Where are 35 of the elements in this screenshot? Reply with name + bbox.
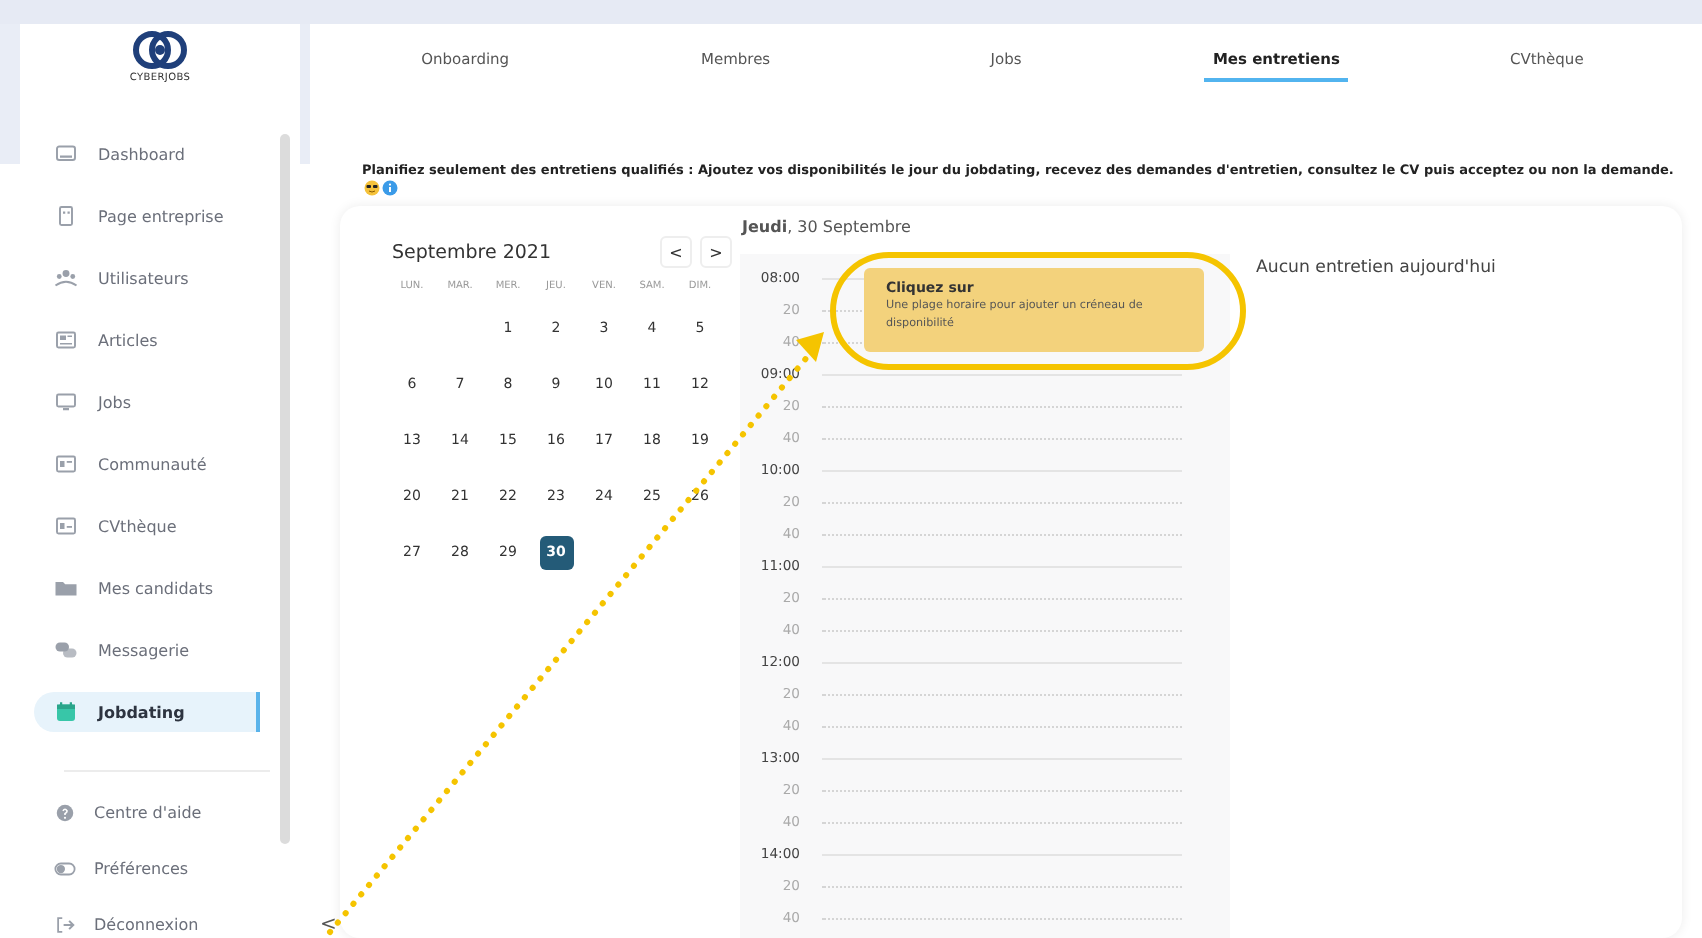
chat-icon (54, 638, 78, 662)
sidebar-item[interactable]: Mes candidats (34, 568, 260, 608)
dashboard-icon (54, 142, 78, 166)
previous-month-button[interactable]: < (660, 236, 692, 268)
sunglasses-face-icon (364, 180, 380, 196)
sidebar-item[interactable]: Page entreprise (34, 196, 260, 236)
users-icon (54, 266, 78, 290)
sidebar-item[interactable]: Déconnexion (34, 906, 260, 938)
sidebar-item[interactable]: Jobs (34, 382, 260, 422)
sidebar-item[interactable]: Messagerie (34, 630, 260, 670)
sidebar-item[interactable]: Communauté (34, 444, 260, 484)
folder-icon (54, 576, 78, 600)
sidebar-item[interactable]: Dashboard (34, 134, 260, 174)
card-icon (54, 514, 78, 538)
month-title: Septembre 2021 (392, 241, 553, 263)
logout-icon (54, 913, 76, 935)
sidebar-item[interactable]: Préférences (34, 850, 260, 886)
sidebar-item[interactable]: Utilisateurs (34, 258, 260, 298)
monitor-icon (54, 390, 78, 414)
next-month-button[interactable]: > (700, 236, 732, 268)
card-icon (54, 452, 78, 476)
help-icon (54, 801, 76, 823)
sidebar-item[interactable]: CVthèque (34, 506, 260, 546)
article-icon (54, 328, 78, 352)
logo-icon (130, 30, 190, 70)
sidebar-item[interactable]: Articles (34, 320, 260, 360)
sidebar-item[interactable]: Jobdating (34, 692, 260, 732)
toggle-icon (54, 857, 76, 879)
sidebar-item[interactable]: Centre d'aide (34, 794, 260, 830)
calendar-icon (54, 700, 78, 724)
building-icon (54, 204, 78, 228)
collapse-button[interactable]: < (314, 914, 343, 936)
day-heading: Jeudi, 30 Septembre (740, 216, 913, 240)
empty-message: Aucun entretien aujourd'hui (1256, 258, 1496, 278)
info-icon (382, 180, 398, 196)
